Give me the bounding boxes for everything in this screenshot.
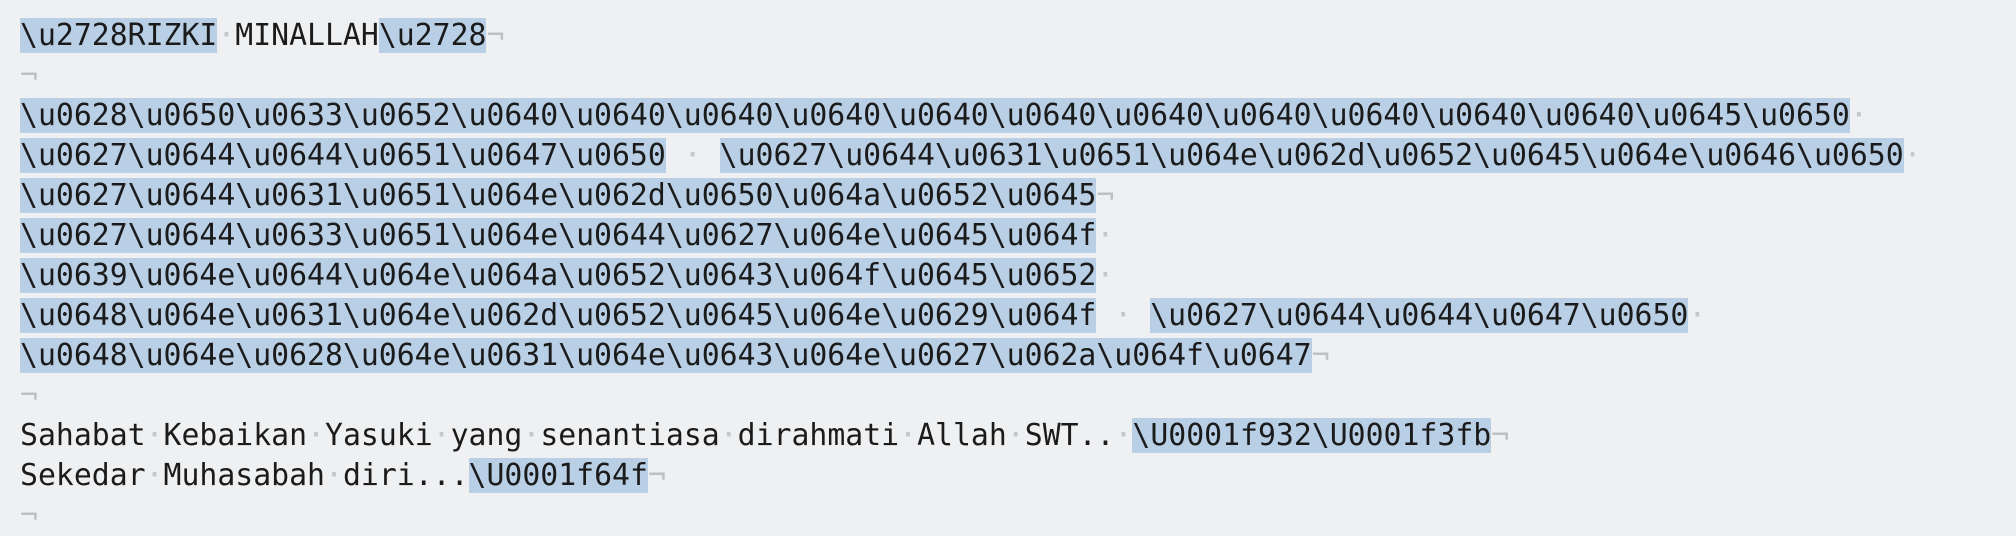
- text-token: Kebaikan: [163, 418, 308, 453]
- space-marker: ·: [307, 418, 325, 453]
- text-token: diri...: [342, 458, 469, 493]
- space-marker: ·: [1096, 298, 1151, 333]
- editor-line[interactable]: \u0639\u064e\u0644\u064e\u064a\u0652\u06…: [20, 256, 2016, 296]
- text-token: MINALLAH: [235, 18, 379, 53]
- space-marker: ·: [522, 418, 541, 453]
- space-marker: ·: [325, 458, 343, 493]
- text-token: Muhasabah: [163, 458, 325, 493]
- text-token: Sekedar: [20, 458, 146, 493]
- editor-line[interactable]: Sekedar·Muhasabah·diri...\U0001f64f¬: [20, 456, 2016, 496]
- text-token: Allah: [917, 418, 1007, 453]
- space-marker: ·: [899, 418, 918, 453]
- space-marker: ·: [1688, 298, 1707, 333]
- selected-text: \u0648\u064e\u0628\u064e\u0631\u064e\u06…: [20, 338, 1312, 373]
- line-end-marker: ¬: [20, 58, 38, 93]
- selected-text: \u2728: [378, 18, 487, 53]
- space-marker: ·: [145, 418, 164, 453]
- line-end-marker: ¬: [1096, 178, 1115, 213]
- editor-line[interactable]: \u0627\u0644\u0644\u0651\u0647\u0650 · \…: [20, 136, 2016, 176]
- line-end-marker: ¬: [486, 18, 505, 53]
- text-editor[interactable]: \u2728RIZKI·MINALLAH\u2728¬ ¬ \u0628\u0650…: [0, 0, 2016, 536]
- line-end-marker: ¬: [1491, 418, 1510, 453]
- line-end-marker: ¬: [647, 458, 666, 493]
- space-marker: ·: [1096, 218, 1115, 253]
- selected-text: \u0627\u0644\u0631\u0651\u064e\u062d\u06…: [719, 138, 1904, 173]
- selected-text: \U0001f932\U0001f3fb: [1132, 418, 1492, 453]
- space-marker: ·: [1006, 418, 1025, 453]
- space-marker: ·: [1114, 418, 1133, 453]
- selected-text: \u0628\u0650\u0633\u0652\u0640\u0640\u06…: [20, 98, 1850, 133]
- selected-text: \u0627\u0644\u0644\u0651\u0647\u0650: [20, 138, 666, 173]
- editor-line[interactable]: ¬: [20, 496, 2016, 536]
- line-end-marker: ¬: [1311, 338, 1330, 373]
- text-token: dirahmati: [737, 418, 900, 453]
- editor-line[interactable]: ¬: [20, 376, 2016, 416]
- editor-line[interactable]: \u0628\u0650\u0633\u0652\u0640\u0640\u06…: [20, 96, 2016, 136]
- editor-line[interactable]: Sahabat·Kebaikan·Yasuki·yang·senantiasa·…: [20, 416, 2016, 456]
- space-marker: ·: [1096, 258, 1115, 293]
- line-end-marker: ¬: [20, 378, 38, 413]
- editor-line[interactable]: \u0648\u064e\u0631\u064e\u062d\u0652\u06…: [20, 296, 2016, 336]
- editor-line[interactable]: \u0648\u064e\u0628\u064e\u0631\u064e\u06…: [20, 336, 2016, 376]
- space-marker: ·: [665, 138, 720, 173]
- editor-line[interactable]: \u0627\u0644\u0631\u0651\u064e\u062d\u06…: [20, 176, 2016, 216]
- selected-text: \U0001f64f: [468, 458, 648, 493]
- selected-text: \u0627\u0644\u0633\u0651\u064e\u0644\u06…: [20, 218, 1097, 253]
- text-token: yang: [450, 418, 523, 453]
- space-marker: ·: [145, 458, 164, 493]
- selected-text: \u2728RIZKI: [20, 18, 218, 53]
- editor-line[interactable]: \u2728RIZKI·MINALLAH\u2728¬: [20, 16, 2016, 56]
- text-token: SWT..: [1024, 418, 1115, 453]
- selected-text: \u0627\u0644\u0644\u0647\u0650: [1150, 298, 1689, 333]
- editor-line[interactable]: \u0627\u0644\u0633\u0651\u064e\u0644\u06…: [20, 216, 2016, 256]
- editor-line[interactable]: ¬: [20, 56, 2016, 96]
- text-token: Yasuki: [325, 418, 433, 453]
- text-token: senantiasa: [540, 418, 720, 453]
- text-token: Sahabat: [20, 418, 146, 453]
- selected-text: \u0627\u0644\u0631\u0651\u064e\u062d\u06…: [20, 178, 1097, 213]
- space-marker: ·: [1903, 138, 1922, 173]
- space-marker: ·: [1849, 98, 1868, 133]
- space-marker: ·: [719, 418, 738, 453]
- space-marker: ·: [217, 18, 236, 53]
- space-marker: ·: [432, 418, 451, 453]
- selected-text: \u0639\u064e\u0644\u064e\u064a\u0652\u06…: [20, 258, 1097, 293]
- line-end-marker: ¬: [20, 498, 38, 533]
- selected-text: \u0648\u064e\u0631\u064e\u062d\u0652\u06…: [20, 298, 1097, 333]
